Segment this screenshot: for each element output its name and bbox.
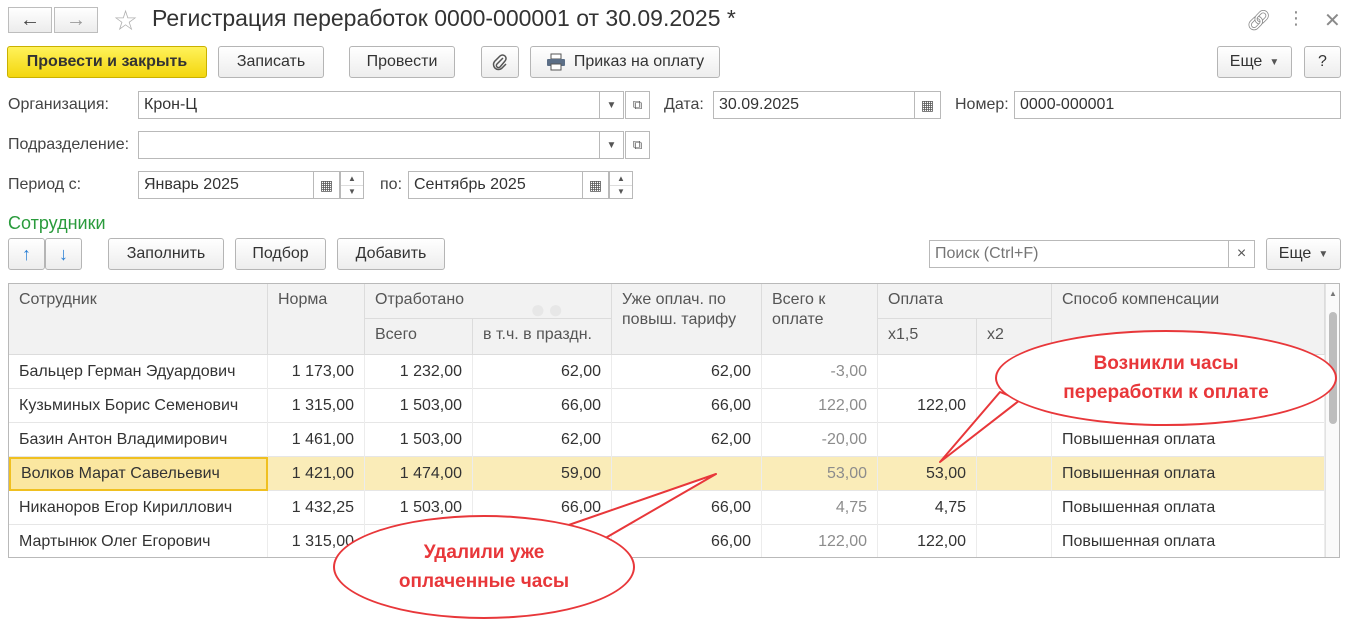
deleted-callout: Удалили уже оплаченные часы: [333, 515, 635, 619]
callout-arrows: [559, 391, 1021, 541]
overtime-callout-pointer: [939, 391, 1021, 463]
overtime-callout: Возникли часы переработки к оплате: [995, 330, 1337, 426]
